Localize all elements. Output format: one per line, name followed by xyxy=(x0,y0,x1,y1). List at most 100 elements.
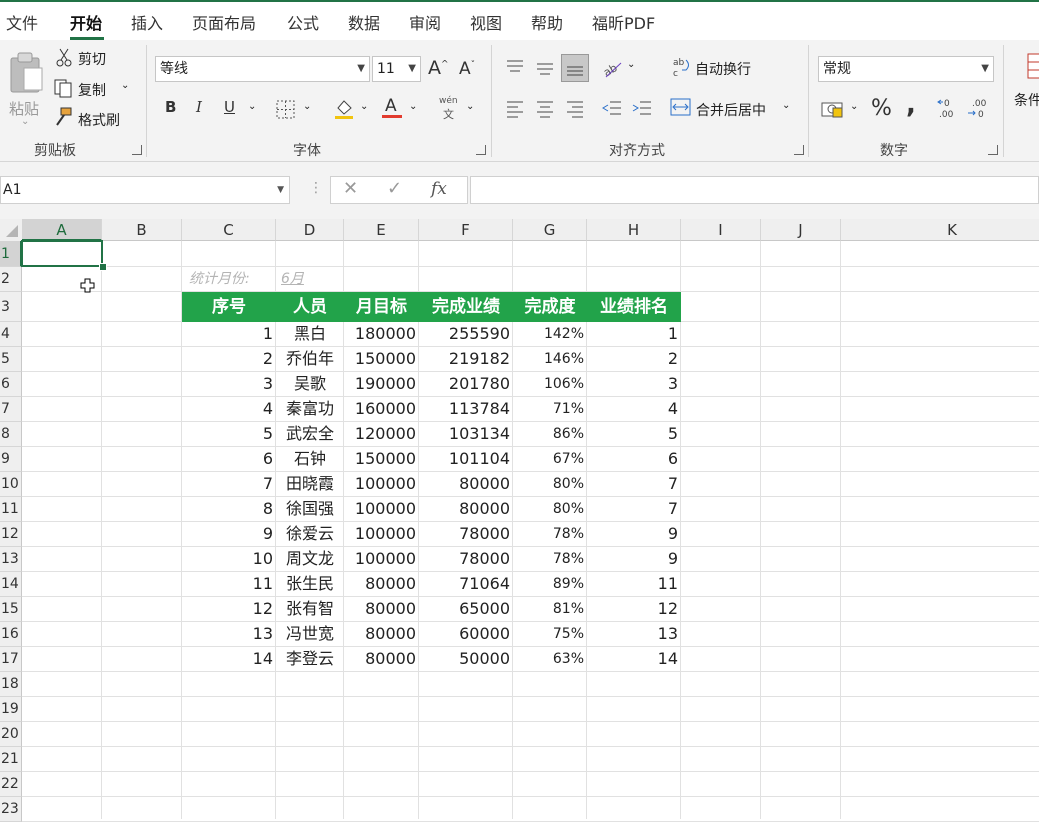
cell-achieved[interactable]: 255590 xyxy=(419,322,513,347)
cell-target[interactable]: 190000 xyxy=(344,372,419,397)
row-header[interactable]: 8 xyxy=(0,422,22,447)
align-bottom-button[interactable] xyxy=(561,54,589,82)
cell-target[interactable]: 160000 xyxy=(344,397,419,422)
cell-target[interactable]: 100000 xyxy=(344,472,419,497)
cell-achieved[interactable]: 80000 xyxy=(419,472,513,497)
percent-style-button[interactable]: % xyxy=(871,96,892,121)
conditional-formatting-button[interactable]: 条件 xyxy=(1012,48,1039,118)
cell-rank[interactable]: 9 xyxy=(587,522,681,547)
cell-no[interactable]: 2 xyxy=(182,347,276,372)
cell-rank[interactable]: 3 xyxy=(587,372,681,397)
paste-button[interactable]: 粘贴 ⌄ xyxy=(6,48,48,128)
tab-data[interactable]: 数据 xyxy=(348,10,380,34)
align-center-icon[interactable] xyxy=(535,99,555,119)
cell-person[interactable]: 田晓霞 xyxy=(276,472,344,497)
cell-achieved[interactable]: 78000 xyxy=(419,547,513,572)
chevron-down-icon[interactable]: ⌄ xyxy=(850,101,858,112)
row-header[interactable]: 6 xyxy=(0,372,22,397)
number-format-select[interactable]: 常规 ▼ xyxy=(818,56,994,82)
cell-person[interactable]: 张有智 xyxy=(276,597,344,622)
row-header[interactable]: 19 xyxy=(0,697,22,722)
cell-person[interactable]: 黑白 xyxy=(276,322,344,347)
bold-button[interactable]: B xyxy=(165,98,176,116)
cell-person[interactable]: 石钟 xyxy=(276,447,344,472)
cell-achieved[interactable]: 71064 xyxy=(419,572,513,597)
cell-no[interactable]: 4 xyxy=(182,397,276,422)
fill-handle[interactable] xyxy=(99,263,107,271)
align-right-icon[interactable] xyxy=(565,99,585,119)
row-header[interactable]: 17 xyxy=(0,647,22,672)
cell-target[interactable]: 180000 xyxy=(344,322,419,347)
tab-page-layout[interactable]: 页面布局 xyxy=(192,10,256,34)
row-header[interactable]: 23 xyxy=(0,797,22,822)
cell-rank[interactable]: 7 xyxy=(587,472,681,497)
column-header[interactable]: J xyxy=(761,219,841,241)
cell-achieved[interactable]: 101104 xyxy=(419,447,513,472)
cell-no[interactable]: 6 xyxy=(182,447,276,472)
format-painter-button[interactable]: 格式刷 xyxy=(53,107,133,129)
decrease-indent-icon[interactable] xyxy=(601,99,623,119)
increase-decimal-icon[interactable]: 0.00 xyxy=(936,96,962,120)
tab-formulas[interactable]: 公式 xyxy=(287,10,319,34)
insert-function-button[interactable]: fx xyxy=(431,179,447,199)
column-header[interactable]: C xyxy=(182,219,276,241)
column-header[interactable]: G xyxy=(513,219,587,241)
column-header[interactable]: E xyxy=(344,219,419,241)
row-header[interactable]: 14 xyxy=(0,572,22,597)
cell-achieved[interactable]: 78000 xyxy=(419,522,513,547)
cell-completion[interactable]: 81% xyxy=(513,597,587,622)
dialog-launcher-icon[interactable] xyxy=(476,145,486,155)
cell-rank[interactable]: 13 xyxy=(587,622,681,647)
merge-center-button[interactable]: 合并后居中 ⌄ xyxy=(670,97,795,121)
cell-no[interactable]: 13 xyxy=(182,622,276,647)
cell-no[interactable]: 7 xyxy=(182,472,276,497)
tab-home[interactable]: 开始 xyxy=(70,10,102,34)
cell-completion[interactable]: 71% xyxy=(513,397,587,422)
cell-rank[interactable]: 4 xyxy=(587,397,681,422)
cell-person[interactable]: 武宏全 xyxy=(276,422,344,447)
chevron-down-icon[interactable]: ⌄ xyxy=(303,101,311,112)
cell-completion[interactable]: 78% xyxy=(513,547,587,572)
cell-no[interactable]: 1 xyxy=(182,322,276,347)
cell-completion[interactable]: 78% xyxy=(513,522,587,547)
cell-no[interactable]: 11 xyxy=(182,572,276,597)
cell-completion[interactable]: 146% xyxy=(513,347,587,372)
align-left-icon[interactable] xyxy=(505,99,525,119)
column-header[interactable]: I xyxy=(681,219,761,241)
cell-target[interactable]: 150000 xyxy=(344,447,419,472)
column-header[interactable]: K xyxy=(841,219,1039,241)
formula-input[interactable] xyxy=(470,176,1039,204)
column-header[interactable]: F xyxy=(419,219,513,241)
cell-no[interactable]: 3 xyxy=(182,372,276,397)
underline-button[interactable]: U xyxy=(224,98,235,116)
cell-achieved[interactable]: 50000 xyxy=(419,647,513,672)
increase-font-size-button[interactable]: A^ xyxy=(428,57,449,79)
cell-achieved[interactable]: 103134 xyxy=(419,422,513,447)
cell-target[interactable]: 80000 xyxy=(344,647,419,672)
cell-target[interactable]: 100000 xyxy=(344,497,419,522)
chevron-down-icon[interactable]: ⌄ xyxy=(409,101,417,112)
cell-person[interactable]: 徐爱云 xyxy=(276,522,344,547)
cell-no[interactable]: 12 xyxy=(182,597,276,622)
row-header[interactable]: 9 xyxy=(0,447,22,472)
chevron-down-icon[interactable]: ⌄ xyxy=(466,101,474,112)
cell-target[interactable]: 80000 xyxy=(344,572,419,597)
tab-review[interactable]: 审阅 xyxy=(409,10,441,34)
copy-button[interactable]: 复制 ⌄ xyxy=(53,78,133,100)
cell-completion[interactable]: 67% xyxy=(513,447,587,472)
cell-target[interactable]: 80000 xyxy=(344,597,419,622)
font-size-select[interactable]: 11 ▼ xyxy=(372,56,421,82)
row-header[interactable]: 21 xyxy=(0,747,22,772)
font-name-select[interactable]: 等线 ▼ xyxy=(155,56,370,82)
row-header[interactable]: 18 xyxy=(0,672,22,697)
cut-button[interactable]: 剪切 xyxy=(55,48,125,70)
row-header[interactable]: 10 xyxy=(0,472,22,497)
tab-insert[interactable]: 插入 xyxy=(131,10,163,34)
row-header[interactable]: 1 xyxy=(0,241,22,267)
column-header[interactable]: H xyxy=(587,219,681,241)
enter-icon[interactable]: ✓ xyxy=(387,178,402,199)
cell-target[interactable]: 100000 xyxy=(344,522,419,547)
cell-target[interactable]: 100000 xyxy=(344,547,419,572)
dialog-launcher-icon[interactable] xyxy=(794,145,804,155)
more-options-icon[interactable]: ⋮ xyxy=(309,180,323,196)
